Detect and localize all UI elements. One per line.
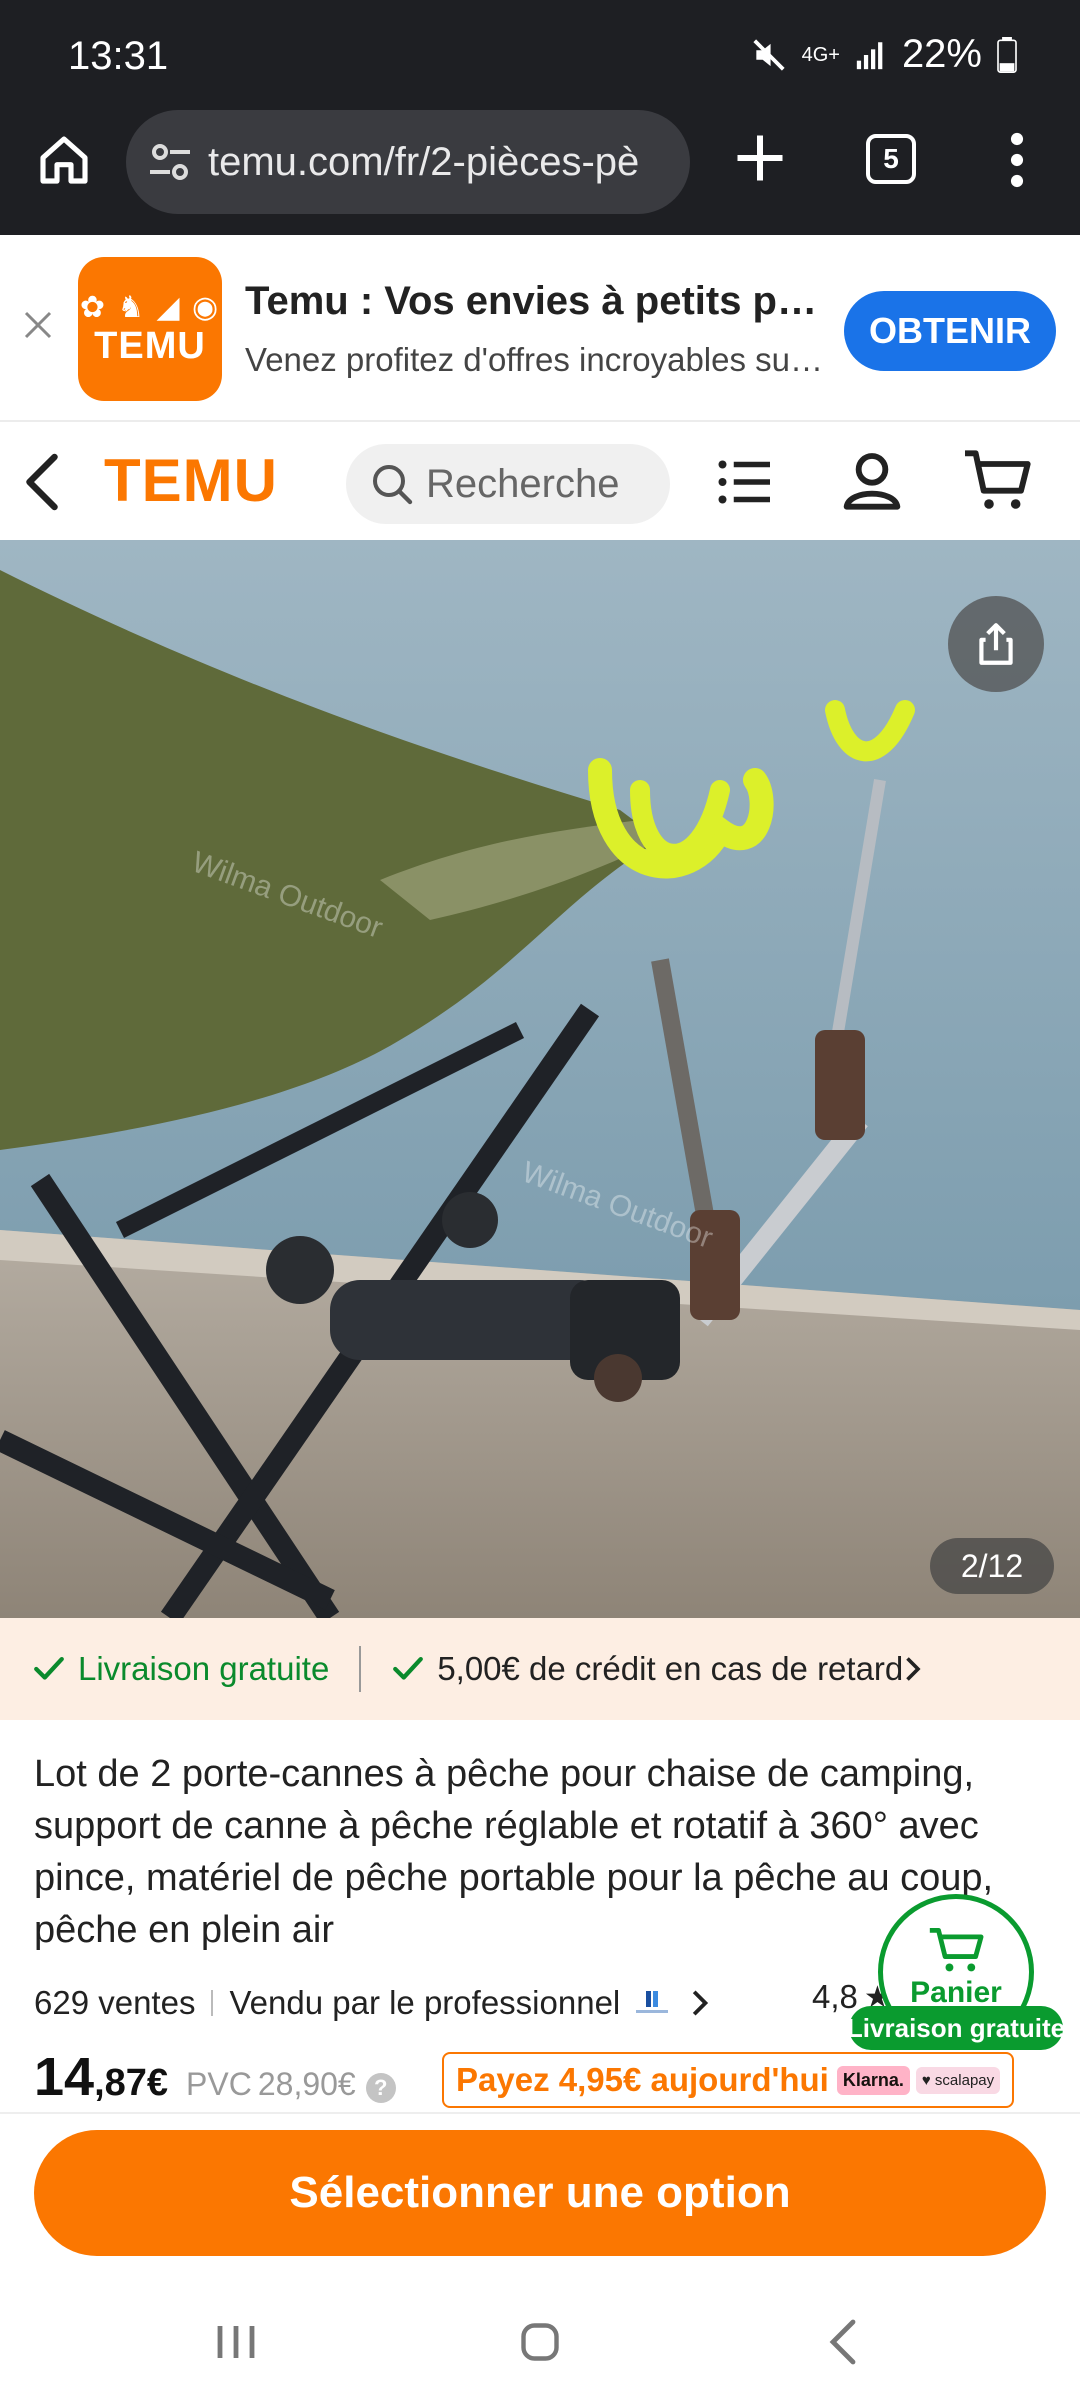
price-row: 14 ,87€ PVC 28,90€ ? bbox=[34, 2046, 396, 2116]
check-icon bbox=[393, 1656, 424, 1680]
check-icon bbox=[34, 1656, 64, 1680]
floating-cart-label: Panier bbox=[910, 1976, 1002, 2009]
share-button[interactable] bbox=[948, 596, 1044, 692]
status-icons: 4G+ 22% bbox=[750, 32, 1018, 77]
image-counter: 2/12 bbox=[930, 1538, 1054, 1594]
select-option-button[interactable]: Sélectionner une option bbox=[34, 2130, 1046, 2256]
seller-logo-icon bbox=[636, 1991, 669, 2013]
home-icon[interactable] bbox=[36, 132, 92, 188]
price-decimal: ,87€ bbox=[94, 2062, 169, 2104]
temu-logo-glyphs: ✿ ♞ ◢ ◉ bbox=[79, 291, 221, 324]
temu-logo[interactable]: TEMU bbox=[104, 446, 278, 515]
get-app-button[interactable]: OBTENIR bbox=[844, 291, 1056, 371]
back-icon[interactable] bbox=[20, 452, 64, 512]
categories-icon[interactable] bbox=[714, 452, 776, 512]
scalapay-badge: ♥ scalapay bbox=[915, 2066, 1001, 2094]
free-delivery-label: Livraison gratuite bbox=[78, 1650, 330, 1687]
search-input[interactable]: Recherche bbox=[346, 444, 670, 524]
cart-icon bbox=[929, 1927, 984, 1972]
help-icon[interactable]: ? bbox=[365, 2073, 396, 2103]
home-nav-icon[interactable] bbox=[518, 2320, 562, 2364]
signal-icon bbox=[856, 41, 883, 69]
share-icon bbox=[979, 623, 1013, 665]
battery-icon bbox=[997, 36, 1017, 73]
account-icon[interactable] bbox=[840, 448, 904, 512]
price-integer: 14 bbox=[34, 2047, 95, 2107]
back-nav-icon[interactable] bbox=[828, 2318, 858, 2366]
divider bbox=[211, 1990, 214, 2016]
late-credit[interactable]: 5,00€ de crédit en cas de retard bbox=[391, 1650, 921, 1688]
seller-link[interactable]: Vendu par le professionnel bbox=[229, 1984, 620, 2022]
divider bbox=[0, 2112, 1080, 2114]
watermark-text: Wilma Outdoor bbox=[188, 846, 387, 945]
site-header: TEMU Recherche bbox=[0, 422, 1080, 540]
temu-app-icon: ✿ ♞ ◢ ◉ TEMU bbox=[78, 257, 222, 401]
rating-value[interactable]: 4,8 bbox=[812, 1978, 858, 2016]
floating-free-delivery-badge: Livraison gratuite bbox=[847, 2006, 1065, 2050]
url-text[interactable]: temu.com/fr/2-pièces-pè bbox=[208, 140, 639, 185]
more-menu-icon[interactable] bbox=[1005, 132, 1029, 188]
product-image[interactable]: Wilma Outdoor Wilma Outdoor bbox=[0, 540, 1080, 1618]
mute-icon bbox=[752, 38, 785, 71]
network-type: 4G+ bbox=[801, 43, 840, 66]
tab-switcher-button[interactable]: 5 bbox=[866, 134, 916, 184]
search-placeholder: Recherche bbox=[426, 461, 620, 506]
battery-percent: 22% bbox=[901, 32, 982, 76]
pay-today-text: Payez 4,95€ aujourd'hui bbox=[456, 2061, 829, 2098]
chevron-right-icon[interactable] bbox=[688, 1987, 710, 2019]
app-install-banner: ✿ ♞ ◢ ◉ TEMU Temu : Vos envies à petits … bbox=[0, 237, 1080, 422]
system-navigation-bar bbox=[0, 2270, 1080, 2400]
site-settings-icon[interactable] bbox=[146, 138, 194, 186]
search-icon bbox=[373, 465, 413, 505]
delivery-info-strip[interactable]: Livraison gratuite 5,00€ de crédit en ca… bbox=[0, 1618, 1080, 1720]
pay-later-banner[interactable]: Payez 4,95€ aujourd'hui Klarna. ♥ scalap… bbox=[442, 2052, 1014, 2108]
late-credit-label: 5,00€ de crédit en cas de retard bbox=[437, 1650, 904, 1687]
status-bar: 13:31 4G+ 22% bbox=[0, 0, 1080, 110]
address-bar[interactable]: temu.com/fr/2-pièces-pè bbox=[126, 110, 690, 214]
watermark-layer: Wilma Outdoor Wilma Outdoor bbox=[188, 846, 717, 1255]
watermark-text: Wilma Outdoor bbox=[518, 1156, 717, 1255]
divider bbox=[359, 1646, 362, 1692]
status-time: 13:31 bbox=[68, 34, 169, 78]
new-tab-icon[interactable] bbox=[730, 128, 790, 188]
close-icon[interactable] bbox=[20, 307, 56, 343]
chevron-right-icon bbox=[906, 1657, 921, 1681]
klarna-badge: Klarna. bbox=[836, 2065, 910, 2095]
cart-icon[interactable] bbox=[962, 448, 1032, 512]
free-delivery: Livraison gratuite bbox=[32, 1650, 329, 1688]
recent-apps-icon[interactable] bbox=[214, 2322, 258, 2362]
rrp-label: PVC bbox=[186, 2066, 252, 2102]
sales-count: 629 ventes bbox=[34, 1984, 196, 2021]
browser-toolbar: temu.com/fr/2-pièces-pè 5 bbox=[0, 110, 1080, 235]
rrp-price: 28,90€ bbox=[257, 2066, 356, 2102]
banner-title: Temu : Vos envies à petits prix bbox=[245, 279, 825, 323]
banner-subtitle: Venez profitez d'offres incroyables sur … bbox=[245, 341, 825, 378]
temu-app-icon-word: TEMU bbox=[94, 325, 206, 367]
